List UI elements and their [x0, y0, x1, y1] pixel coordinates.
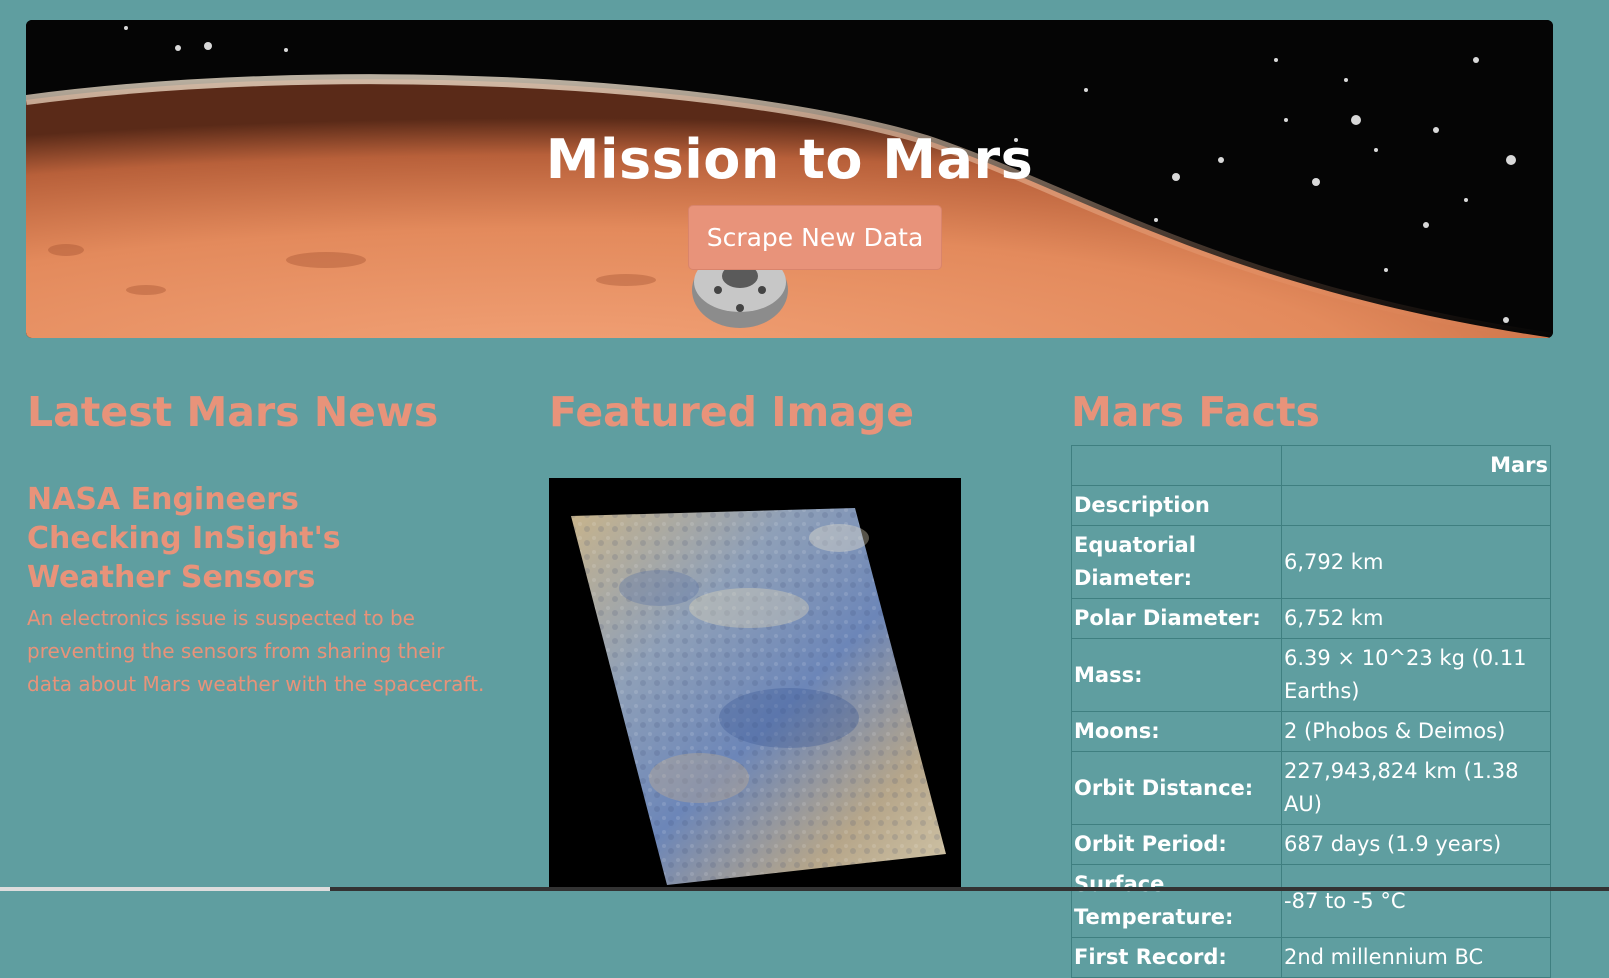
fact-label: Moons:: [1071, 711, 1282, 752]
fact-value: 2nd millennium BC: [1281, 937, 1551, 978]
table-row: Equatorial Diameter: 6,792 km: [1071, 525, 1551, 599]
fact-value: 687 days (1.9 years): [1281, 824, 1551, 865]
fact-label: Orbit Distance:: [1071, 751, 1282, 825]
fact-value: 6,752 km: [1281, 598, 1551, 639]
page-title: Mission to Mars: [545, 128, 1034, 191]
fact-label: Orbit Period:: [1071, 824, 1282, 865]
table-row: Polar Diameter: 6,752 km: [1071, 598, 1551, 639]
fact-value: -87 to -5 °C: [1281, 864, 1551, 938]
fact-label: Equatorial Diameter:: [1071, 525, 1282, 599]
fact-value: 227,943,824 km (1.38 AU): [1281, 751, 1551, 825]
table-header-row: Mars: [1071, 445, 1551, 486]
mars-facts-heading: Mars Facts: [1071, 388, 1320, 436]
featured-image-heading: Featured Image: [549, 388, 915, 436]
featured-image[interactable]: [549, 478, 961, 891]
table-row: First Record: 2nd millennium BC: [1071, 937, 1551, 978]
table-corner-cell: [1071, 445, 1282, 486]
fact-label: Surface Temperature:: [1071, 864, 1282, 938]
fact-value: 2 (Phobos & Deimos): [1281, 711, 1551, 752]
mars-facts-table: Mars Description Equatorial Diameter: 6,79…: [1071, 445, 1551, 978]
news-paragraph: An electronics issue is suspected to be …: [27, 606, 485, 696]
table-row: Surface Temperature: -87 to -5 °C: [1071, 864, 1551, 938]
fact-value: [1281, 485, 1551, 526]
news-title: NASA Engineers Checking InSight's Weathe…: [27, 482, 341, 595]
fact-label: First Record:: [1071, 937, 1282, 978]
fact-label: Mass:: [1071, 638, 1282, 712]
fact-label: Polar Diameter:: [1071, 598, 1282, 639]
scrollbar-thumb[interactable]: [0, 887, 330, 891]
table-row: Orbit Period: 687 days (1.9 years): [1071, 824, 1551, 865]
horizontal-scrollbar[interactable]: [0, 887, 1609, 891]
table-row: Mass: 6.39 × 10^23 kg (0.11 Earths): [1071, 638, 1551, 712]
fact-label: Description: [1071, 485, 1282, 526]
table-column-header: Mars: [1281, 445, 1551, 486]
jumbotron-hero: Mission to Mars Scrape New Data: [26, 20, 1553, 338]
table-row: Orbit Distance: 227,943,824 km (1.38 AU): [1071, 751, 1551, 825]
fact-value: 6,792 km: [1281, 525, 1551, 599]
scrape-new-data-button[interactable]: Scrape New Data: [688, 205, 942, 270]
mars-surface-image: [549, 478, 961, 891]
table-row: Moons: 2 (Phobos & Deimos): [1071, 711, 1551, 752]
table-row: Description: [1071, 485, 1551, 526]
latest-news-heading: Latest Mars News: [27, 388, 439, 436]
fact-value: 6.39 × 10^23 kg (0.11 Earths): [1281, 638, 1551, 712]
